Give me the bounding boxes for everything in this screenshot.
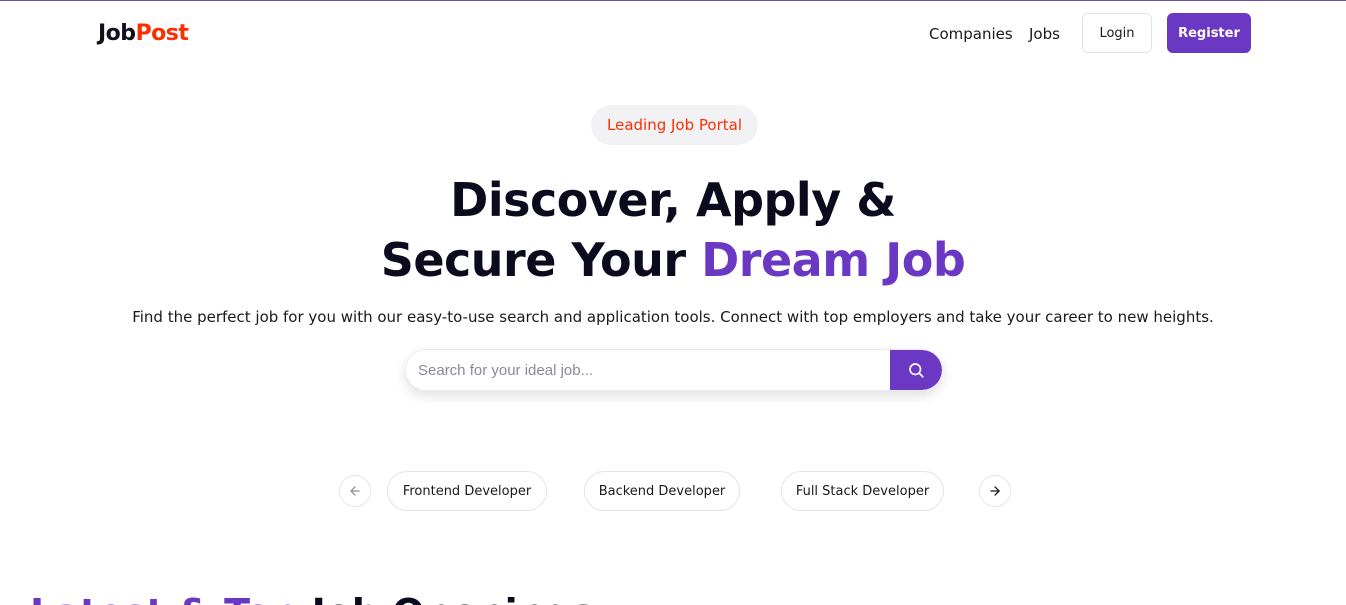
brand-logo[interactable]: JobPost [98,21,189,46]
hero-badge: Leading Job Portal [591,105,758,145]
register-button[interactable]: Register [1167,13,1251,53]
nav-link-jobs[interactable]: Jobs [1029,25,1060,43]
carousel-prev-button[interactable] [339,475,371,507]
hero-headline: Discover, Apply & Secure Your Dream Job [0,170,1346,290]
hero-subtitle: Find the perfect job for you with our ea… [132,308,1214,326]
login-button[interactable]: Login [1082,13,1152,53]
navbar: JobPost Companies Jobs Login Register [0,1,1346,67]
logo-part-post: Post [135,21,189,46]
search-bar [405,349,943,391]
category-chip-fullstack[interactable]: Full Stack Developer [781,471,944,511]
logo-part-job: Job [98,21,136,46]
headline-line-1: Discover, Apply & [450,173,896,227]
category-chip-backend[interactable]: Backend Developer [584,471,740,511]
search-button[interactable] [890,350,942,390]
search-icon [909,363,924,378]
headline-line-2-accent: Dream Job [701,233,966,287]
latest-jobs-heading-accent: Latest & Top [30,591,298,605]
arrow-right-icon [990,486,1000,496]
category-chip-frontend[interactable]: Frontend Developer [387,471,547,511]
carousel-next-button[interactable] [979,475,1011,507]
latest-jobs-heading: Latest & Top Job Openings [30,590,730,605]
nav-link-companies[interactable]: Companies [929,25,1013,43]
search-input[interactable] [406,350,892,390]
headline-line-2-plain: Secure Your [380,233,702,287]
latest-jobs-heading-plain: Job Openings [298,591,595,605]
arrow-left-icon [350,486,360,496]
